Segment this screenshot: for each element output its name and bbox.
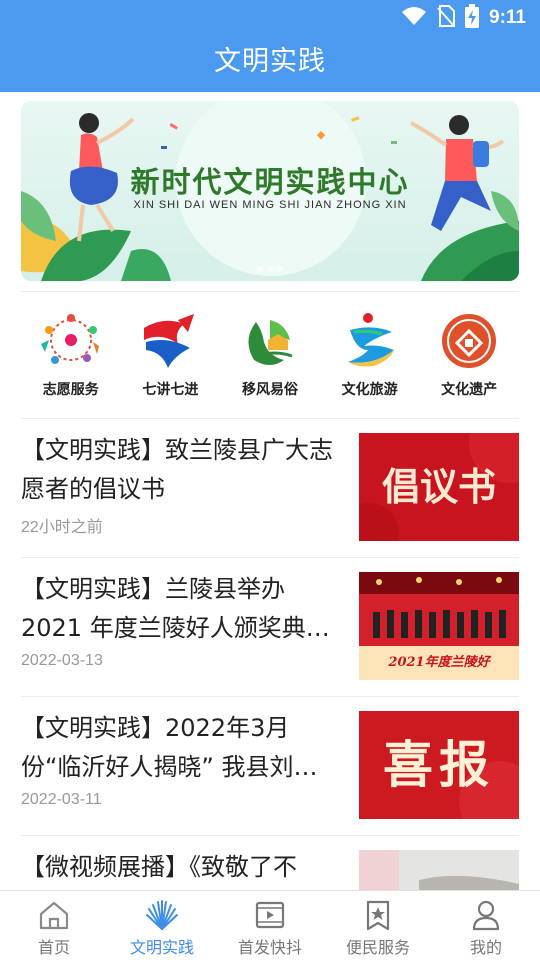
thumbnail-text: 2021年度兰陵好 [388,655,490,670]
category-cultural-heritage[interactable]: 文化遗产 [419,305,519,405]
category-label: 移风易俗 [241,382,298,398]
home-icon [39,901,69,930]
category-culture-tourism[interactable]: 文化旅游 [320,305,420,405]
tab-services[interactable]: 便民服务 [324,891,432,960]
news-thumbnail: 倡议书 [359,433,519,541]
news-thumbnail: 喜报 [359,711,519,819]
divider [21,291,519,292]
tab-label: 首页 [37,938,70,957]
category-label: 文化旅游 [341,382,398,398]
civilization-icon [146,900,178,930]
star-bookmark-icon [366,900,390,931]
video-icon [255,901,285,929]
news-thumbnail: 2021年度兰陵好 [359,572,519,680]
cultural-heritage-icon [442,314,497,368]
news-item[interactable]: 【文明实践】致兰陵县广大志愿者的倡议书 22小时之前 倡议书 [21,419,519,558]
battery-charging-icon [465,4,480,32]
banner-pager-dot [257,266,263,272]
tab-label: 便民服务 [345,938,410,957]
news-title: 【微视频展播】《致敬了不 [21,853,297,881]
category-shortcuts: 志愿服务 七讲七进 移风易俗 文化旅游 文化遗产 [21,305,519,405]
tab-label: 我的 [469,938,502,957]
category-label: 七讲七进 [142,382,199,398]
top-app-bar: 文明实践 [0,36,540,92]
news-date: 2022-03-11 [21,791,102,808]
news-item[interactable]: 【文明实践】2022年3月份“临沂好人揭晓” 我县刘… 2022-03-11 喜… [21,697,519,836]
category-customs[interactable]: 移风易俗 [220,305,320,405]
hero-banner[interactable]: 新时代文明实践中心 XIN SHI DAI WEN MING SHI JIAN … [21,101,519,281]
status-bar: 9:11 [0,0,540,36]
seven-talks-icon [144,314,195,368]
banner-title: 新时代文明实践中心 [130,165,410,199]
tab-civilization[interactable]: 文明实践 [108,891,216,960]
thumbnail-text: 喜报 [383,735,495,794]
banner-pager-dot [277,266,283,272]
category-label: 文化遗产 [441,382,498,398]
tab-home[interactable]: 首页 [0,891,108,960]
app-screen: 9:11 文明实践 新时代文明实践中心 XIN SHI DAI WEN MING… [0,0,540,960]
no-sim-icon [437,5,456,31]
news-item[interactable]: 【文明实践】兰陵县举办 2021 年度兰陵好人颁奖典… 2022-03-13 2… [21,558,519,697]
news-title: 【文明实践】致兰陵县广大志愿者的倡议书 [21,436,333,503]
volunteer-icon [40,314,99,364]
category-seven-talks[interactable]: 七讲七进 [121,305,221,405]
banner-pager-dot [267,266,273,272]
category-volunteer[interactable]: 志愿服务 [21,305,121,405]
news-title: 【文明实践】2022年3月份“临沂好人揭晓” 我县刘… [21,714,318,781]
customs-icon [248,320,293,365]
page-title: 文明实践 [214,46,326,77]
thumbnail-text: 倡议书 [381,465,496,509]
news-date: 2022-03-13 [21,652,103,669]
banner-subtitle: XIN SHI DAI WEN MING SHI JIAN ZHONG XIN [133,199,407,211]
status-icons: 9:11 [401,4,526,32]
news-date: 22小时之前 [21,519,103,536]
tab-profile[interactable]: 我的 [432,891,540,960]
category-label: 志愿服务 [42,382,99,398]
status-time: 9:11 [489,7,526,28]
tab-short-video[interactable]: 首发快抖 [216,891,324,960]
wifi-icon [401,6,427,30]
bottom-tab-bar: 首页 文明实践 首发快抖 便民服务 我的 [0,890,540,960]
tab-label: 文明实践 [129,938,194,957]
news-title: 【文明实践】兰陵县举办 2021 年度兰陵好人颁奖典… [21,575,330,642]
tab-label: 首发快抖 [237,938,302,957]
profile-icon [472,900,500,931]
culture-tourism-icon [347,313,394,367]
